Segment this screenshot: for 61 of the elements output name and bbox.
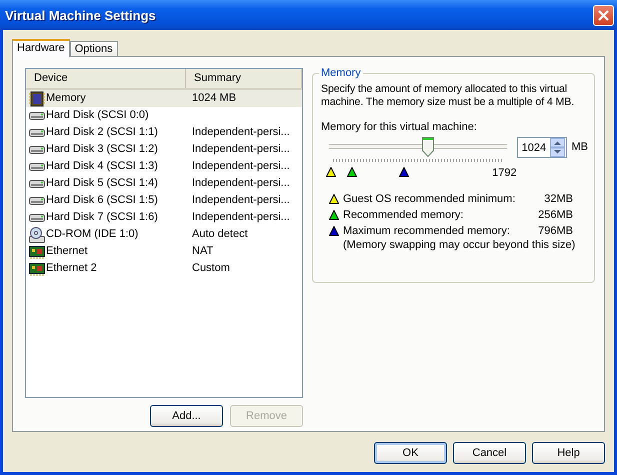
device-row[interactable]: Hard Disk 6 (SCSI 1:5) Independent-persi...	[26, 192, 302, 209]
device-row[interactable]: Hard Disk 5 (SCSI 1:4) Independent-persi...	[26, 175, 302, 192]
legend-note: (Memory swapping may occur beyond this size)	[342, 239, 573, 251]
network-card-icon	[29, 244, 45, 260]
network-card-icon	[29, 260, 45, 276]
device-row[interactable]: Hard Disk 4 (SCSI 1:3) Independent-persi...	[26, 158, 302, 175]
device-name: CD-ROM (IDE 1:0)	[46, 227, 138, 242]
legend-label: Recommended memory:	[343, 209, 464, 221]
device-row[interactable]: Hard Disk 7 (SCSI 1:6) Independent-persi...	[26, 209, 302, 226]
memory-chip-icon	[29, 90, 45, 106]
close-icon	[598, 10, 609, 20]
device-name: Ethernet 2	[46, 261, 97, 276]
device-row[interactable]: Ethernet NAT	[26, 243, 302, 260]
device-summary: 1024 MB	[192, 91, 236, 106]
device-summary: Independent-persi...	[192, 159, 290, 174]
device-summary: Independent-persi...	[192, 176, 290, 191]
device-summary: Independent-persi...	[192, 210, 290, 225]
device-row[interactable]: Memory 1024 MB	[26, 90, 302, 107]
device-name: Ethernet	[46, 244, 88, 259]
tab[interactable]: Options	[70, 41, 118, 56]
device-summary: Independent-persi...	[192, 193, 290, 208]
spinner-arrows-icon	[550, 138, 564, 157]
legend-value: 796MB	[538, 225, 573, 237]
device-summary: NAT	[192, 244, 214, 259]
window-title: Virtual Machine Settings	[5, 8, 156, 22]
group-title: Memory	[319, 67, 363, 79]
device-summary: Independent-persi...	[192, 142, 290, 157]
device-row[interactable]: CD-ROM (IDE 1:0) Auto detect	[26, 226, 302, 243]
device-row[interactable]: Hard Disk 3 (SCSI 1:2) Independent-persi...	[26, 141, 302, 158]
memory-field[interactable]: 1024	[516, 137, 566, 158]
device-name: Hard Disk (SCSI 0:0)	[46, 108, 149, 123]
legend-value: 32MB	[544, 193, 573, 205]
device-name: Hard Disk 4 (SCSI 1:3)	[46, 159, 158, 174]
device-name: Hard Disk 5 (SCSI 1:4)	[46, 176, 158, 191]
device-name: Memory	[46, 91, 86, 106]
column-header[interactable]: Device	[26, 69, 186, 88]
device-name: Hard Disk 3 (SCSI 1:2)	[46, 142, 158, 157]
device-name: Hard Disk 7 (SCSI 1:6)	[46, 210, 158, 225]
legend-label: Maximum recommended memory:	[343, 225, 511, 237]
device-summary: Auto detect	[192, 227, 248, 242]
dialog-button[interactable]: OK	[374, 442, 447, 464]
dialog-button[interactable]: Help	[532, 442, 605, 464]
device-row[interactable]: Hard Disk (SCSI 0:0)	[26, 107, 302, 124]
dialog-button[interactable]: Cancel	[453, 442, 526, 464]
close-button[interactable]	[593, 4, 614, 26]
description-text: Specify the amount of memory allocated to this virtual machine. The memory size must be a multiple of 4 MB.	[321, 83, 576, 109]
device-row[interactable]: Hard Disk 2 (SCSI 1:1) Independent-persi...	[26, 124, 302, 141]
device-name: Hard Disk 2 (SCSI 1:1)	[46, 125, 158, 140]
unit-label: MB	[572, 141, 588, 153]
cd-drive-icon	[29, 226, 45, 242]
add-button[interactable]: Add...	[150, 405, 223, 427]
device-row[interactable]: Ethernet 2 Custom	[26, 260, 302, 277]
column-header[interactable]: Summary	[186, 69, 302, 88]
tab[interactable]: Hardware	[12, 39, 70, 57]
device-name: Hard Disk 6 (SCSI 1:5)	[46, 193, 158, 208]
device-summary: Custom	[192, 261, 230, 276]
slider-label: Memory for this virtual machine:	[321, 121, 478, 133]
legend-label: Guest OS recommended minimum:	[343, 193, 516, 205]
max-label: 1792	[492, 167, 517, 179]
device-summary: Independent-persi...	[192, 125, 290, 140]
legend-value: 256MB	[538, 209, 573, 221]
